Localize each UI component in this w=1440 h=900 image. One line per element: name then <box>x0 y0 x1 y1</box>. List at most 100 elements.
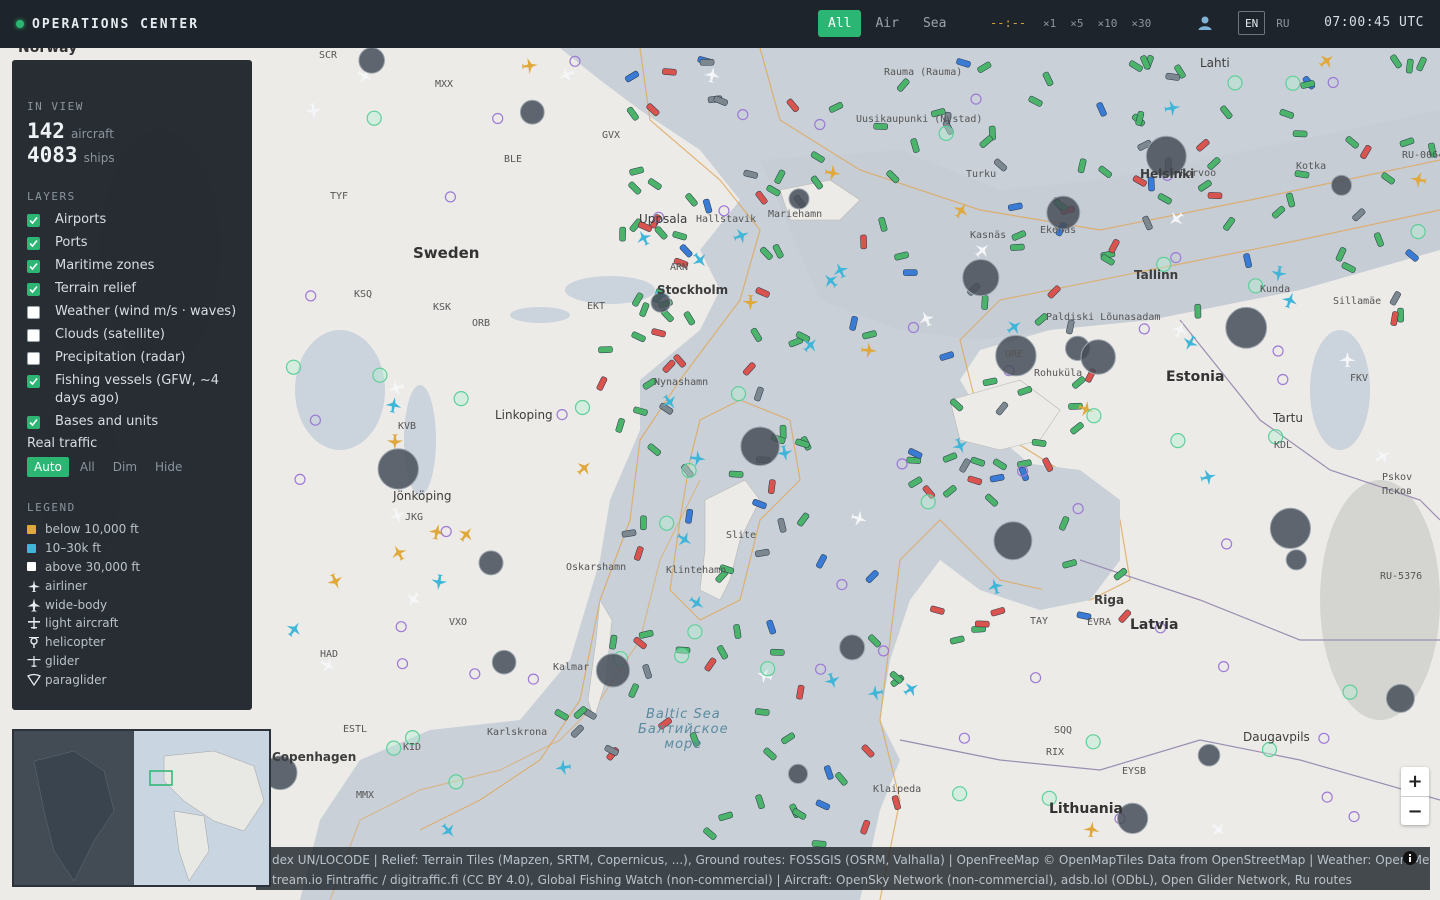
ship-marker[interactable] <box>1345 136 1360 150</box>
aircraft-marker[interactable] <box>971 239 993 261</box>
ship-marker[interactable] <box>651 328 666 338</box>
ship-marker[interactable] <box>835 772 849 787</box>
ship-marker[interactable] <box>908 476 923 488</box>
aircraft-marker[interactable] <box>830 260 851 281</box>
port-marker[interactable] <box>681 462 697 479</box>
ship-marker[interactable] <box>743 169 759 179</box>
ship-marker[interactable] <box>596 376 608 391</box>
ship-marker[interactable] <box>930 605 945 615</box>
ship-marker[interactable] <box>903 269 918 276</box>
ship-marker[interactable] <box>634 546 644 561</box>
layer-toggle[interactable]: Precipitation (radar) <box>27 349 237 367</box>
ship-marker[interactable] <box>1341 262 1356 274</box>
aircraft-marker[interactable] <box>866 684 884 702</box>
checkbox-checked-icon[interactable] <box>27 237 40 250</box>
ship-marker[interactable] <box>750 327 763 342</box>
ship-marker[interactable] <box>609 634 618 650</box>
aircraft-marker[interactable] <box>283 618 305 640</box>
ship-marker[interactable] <box>1405 58 1414 74</box>
ship-marker[interactable] <box>1031 438 1047 447</box>
ship-marker[interactable] <box>1070 422 1085 435</box>
ship-marker[interactable] <box>638 629 654 639</box>
port-marker[interactable] <box>386 740 402 756</box>
ship-marker[interactable] <box>910 138 920 153</box>
ship-marker[interactable] <box>977 61 992 73</box>
ship-marker[interactable] <box>672 231 688 241</box>
ship-marker[interactable] <box>621 529 637 538</box>
lang-en-button[interactable]: EN <box>1238 11 1266 35</box>
ship-marker[interactable] <box>647 178 662 191</box>
airport-marker[interactable] <box>294 473 306 485</box>
ship-marker[interactable] <box>570 724 584 738</box>
aircraft-marker[interactable] <box>901 678 923 700</box>
airport-marker[interactable] <box>1029 672 1042 684</box>
ship-marker[interactable] <box>755 190 768 205</box>
airport-marker[interactable] <box>737 108 749 121</box>
ship-marker[interactable] <box>1157 193 1172 205</box>
ship-marker[interactable] <box>1007 202 1023 212</box>
ship-marker[interactable] <box>1042 71 1054 87</box>
aircraft-marker[interactable] <box>985 576 1005 595</box>
checkbox-unchecked-icon[interactable] <box>27 352 40 365</box>
ship-marker[interactable] <box>959 458 971 473</box>
ship-marker[interactable] <box>662 68 677 76</box>
aircraft-marker[interactable] <box>386 434 403 450</box>
ship-marker[interactable] <box>1352 208 1366 222</box>
ship-marker[interactable] <box>647 443 662 457</box>
ship-marker[interactable] <box>766 184 781 197</box>
airport-marker[interactable] <box>1220 538 1233 550</box>
ship-marker[interactable] <box>1011 230 1027 241</box>
airport-marker[interactable] <box>1277 373 1289 386</box>
layer-toggle[interactable]: Terrain relief <box>27 280 237 298</box>
ship-marker[interactable] <box>1207 192 1223 200</box>
ship-marker[interactable] <box>703 198 713 214</box>
speed-x30-button[interactable]: ×30 <box>1124 10 1158 37</box>
cluster-marker[interactable] <box>1385 683 1415 713</box>
ship-marker[interactable] <box>759 246 773 260</box>
ship-marker[interactable] <box>891 795 902 810</box>
ship-marker[interactable] <box>1113 567 1128 581</box>
traffic-hide-button[interactable]: Hide <box>148 457 189 477</box>
speed-x10-button[interactable]: ×10 <box>1091 10 1125 37</box>
aircraft-marker[interactable] <box>556 65 577 86</box>
ship-marker[interactable] <box>619 226 626 242</box>
aircraft-marker[interactable] <box>742 294 759 311</box>
port-marker[interactable] <box>285 359 302 375</box>
ship-marker[interactable] <box>763 747 777 761</box>
ship-marker[interactable] <box>990 607 1006 617</box>
ship-marker[interactable] <box>628 683 639 698</box>
aircraft-marker[interactable] <box>573 457 595 479</box>
ship-marker[interactable] <box>984 493 999 507</box>
cluster-marker[interactable] <box>519 99 545 125</box>
port-marker[interactable] <box>760 661 776 677</box>
airport-marker[interactable] <box>444 191 456 203</box>
cluster-marker[interactable] <box>1197 743 1221 767</box>
ship-marker[interactable] <box>1223 216 1236 231</box>
aircraft-marker[interactable] <box>1316 50 1338 72</box>
airport-marker[interactable] <box>814 118 826 131</box>
ship-marker[interactable] <box>628 181 642 195</box>
ship-marker[interactable] <box>1220 105 1233 120</box>
ship-marker[interactable] <box>632 292 644 307</box>
layer-toggle[interactable]: Airports <box>27 211 237 229</box>
ship-marker[interactable] <box>1335 247 1347 262</box>
ship-marker[interactable] <box>943 485 958 498</box>
airport-marker[interactable] <box>1348 810 1360 823</box>
ship-marker[interactable] <box>1019 466 1030 482</box>
airport-marker[interactable] <box>569 55 581 67</box>
ship-marker[interactable] <box>989 473 1005 483</box>
aircraft-marker[interactable] <box>1372 445 1394 467</box>
airport-marker[interactable] <box>556 409 568 421</box>
aircraft-marker[interactable] <box>849 509 869 529</box>
checkbox-unchecked-icon[interactable] <box>27 306 40 319</box>
ship-marker[interactable] <box>981 295 989 310</box>
airport-marker[interactable] <box>396 658 409 670</box>
port-marker[interactable] <box>1086 408 1102 424</box>
airport-marker[interactable] <box>1272 345 1284 357</box>
ship-marker[interactable] <box>683 311 696 326</box>
ship-marker[interactable] <box>939 351 955 361</box>
port-marker[interactable] <box>1342 684 1358 700</box>
ship-marker[interactable] <box>633 406 648 416</box>
ship-marker[interactable] <box>967 475 983 486</box>
ship-marker[interactable] <box>1360 144 1372 160</box>
